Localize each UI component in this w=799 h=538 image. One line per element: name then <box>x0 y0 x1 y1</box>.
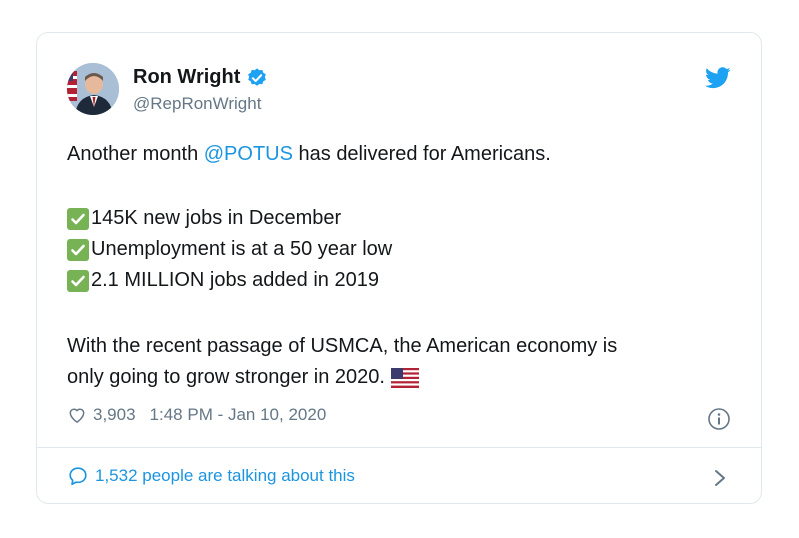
checklist-item: 145K new jobs in December <box>67 203 392 234</box>
info-icon[interactable] <box>707 407 731 431</box>
tweet-card: Ron Wright @RepRonWright Another month @… <box>36 32 762 504</box>
tweet-meta: 3,903 1:48 PM - Jan 10, 2020 <box>67 405 326 425</box>
author-handle[interactable]: @RepRonWright <box>133 94 261 114</box>
checklist: 145K new jobs in December Unemployment i… <box>67 203 392 296</box>
checklist-text: 145K new jobs in December <box>91 207 342 229</box>
tweet-intro: Another month @POTUS has delivered for A… <box>67 143 551 166</box>
mention-link[interactable]: @POTUS <box>204 143 293 165</box>
checklist-text: 2.1 MILLION jobs added in 2019 <box>91 269 379 291</box>
tweet-closing: With the recent passage of USMCA, the Am… <box>67 331 617 393</box>
like-count[interactable]: 3,903 <box>93 405 136 425</box>
author-row: Ron Wright <box>133 66 268 89</box>
closing-line: With the recent passage of USMCA, the Am… <box>67 335 618 357</box>
checklist-item: 2.1 MILLION jobs added in 2019 <box>67 265 392 296</box>
check-mark-icon <box>67 238 89 261</box>
twitter-bird-icon[interactable] <box>705 67 731 89</box>
speech-bubble-icon <box>69 467 87 486</box>
conversation-link[interactable]: 1,532 people are talking about this <box>67 465 355 487</box>
checklist-text: Unemployment is at a 50 year low <box>91 238 393 260</box>
tweet-timestamp[interactable]: 1:48 PM - Jan 10, 2020 <box>150 405 327 425</box>
chevron-right-icon[interactable] <box>711 467 729 489</box>
closing-line: only going to grow stronger in 2020. <box>67 366 385 388</box>
divider <box>37 447 761 448</box>
conversation-text[interactable]: 1,532 people are talking about this <box>95 466 355 486</box>
heart-icon[interactable] <box>67 405 87 425</box>
checklist-item: Unemployment is at a 50 year low <box>67 234 392 265</box>
closing-line-with-flag: only going to grow stronger in 2020. <box>67 362 617 393</box>
check-mark-icon <box>67 269 89 292</box>
author-name[interactable]: Ron Wright <box>133 66 240 89</box>
us-flag-icon <box>390 367 419 388</box>
intro-text-end: has delivered for Americans. <box>292 143 551 165</box>
intro-text-start: Another month <box>67 143 204 165</box>
avatar[interactable] <box>67 63 119 115</box>
verified-badge-icon <box>248 67 267 86</box>
check-mark-icon <box>67 207 89 230</box>
